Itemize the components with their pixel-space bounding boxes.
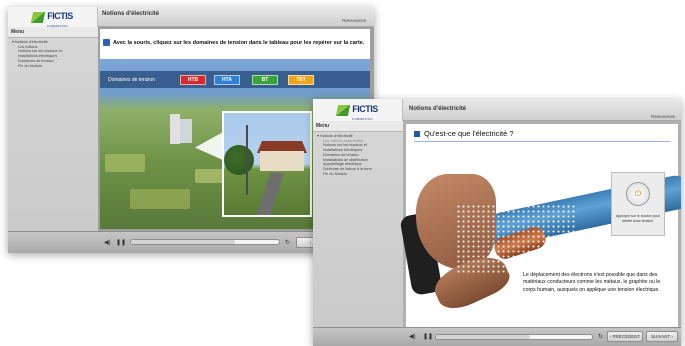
progress-bar[interactable]	[435, 334, 593, 340]
fictis-logo: FICTIS FORMATION	[31, 7, 73, 28]
previous-button[interactable]: ‹ PRÉCÉDENT	[607, 331, 643, 342]
top-bar: FICTIS FORMATION Notions d'électricité R…	[8, 7, 374, 28]
tag-hta[interactable]: HTA	[214, 75, 240, 85]
tag-htb[interactable]: HTB	[180, 75, 206, 85]
menu-item-fin[interactable]: Fin du Module	[8, 64, 98, 69]
zoom-callout	[195, 131, 225, 161]
logo-mark-icon	[336, 104, 351, 116]
heading-divider	[414, 141, 670, 142]
city-building	[170, 114, 180, 144]
logo-area: FICTIS FORMATION	[8, 7, 98, 28]
power-panel: ⏻ Appuyez sur le bouton pour mettre sous…	[611, 172, 665, 236]
road	[253, 173, 285, 215]
electron-particles	[456, 204, 576, 274]
domain-label: Domaines de tension	[108, 77, 155, 83]
field	[130, 189, 190, 209]
refresh-icon[interactable]: ↻	[285, 240, 290, 246]
question-heading: Qu'est-ce que l'électricité ?	[414, 129, 514, 138]
pause-icon[interactable]: ❚❚	[116, 240, 126, 246]
instruction: Avec la souris, cliquez sur les domaines…	[103, 39, 364, 46]
logo-text: FICTIS	[352, 104, 378, 114]
menu-item-fin[interactable]: Fin du Module	[313, 172, 403, 177]
logo-text: FICTIS	[47, 11, 73, 21]
trees	[224, 145, 254, 175]
menu-header: Menu	[8, 27, 98, 38]
player-controls: ◀) ❚❚ ↻ ‹ PRÉCÉDENT SUIVANT ›	[313, 327, 681, 346]
menu-list: ▾ Notions d'électricité Les notions Noti…	[8, 38, 98, 68]
resources-link[interactable]: Ressources	[651, 114, 675, 119]
explanation-text: Le déplacement des électrons n'est possi…	[523, 272, 661, 293]
top-bar: FICTIS FORMATION Notions d'électricité R…	[313, 99, 681, 121]
progress-fill	[131, 240, 235, 244]
logo-area: FICTIS FORMATION	[313, 99, 403, 121]
volume-icon[interactable]: ◀)	[409, 334, 416, 340]
power-pole	[246, 125, 248, 195]
progress-bar[interactable]	[130, 239, 280, 245]
content-area: Qu'est-ce que l'électricité ? ⏻ Appuyez …	[399, 124, 681, 327]
menu-sidebar: Menu ▾ Notions d'électricité Les notions…	[8, 27, 98, 253]
power-icon: ⏻	[634, 189, 642, 198]
volume-icon[interactable]: ◀)	[104, 240, 111, 246]
module-title: Notions d'électricité	[409, 106, 467, 112]
menu-sidebar: Menu ▾ Notions d'électricité Les notions…	[313, 121, 403, 346]
voltage-domain-table: Domaines de tension HTB HTA BT TBT	[100, 71, 370, 88]
fictis-logo: FICTIS FORMATION	[336, 99, 378, 121]
hand-pointer-icon	[103, 39, 110, 46]
square-bullet-icon	[414, 130, 420, 137]
zoom-inset	[222, 111, 312, 217]
illustration: ⏻ Appuyez sur le bouton pour mettre sous…	[399, 144, 681, 327]
module-title: Notions d'électricité	[102, 11, 160, 17]
next-button[interactable]: SUIVANT ›	[646, 331, 678, 342]
power-button[interactable]: ⏻	[626, 182, 650, 206]
field	[105, 154, 145, 172]
menu-list: ▾ Notions d'électricité Les notions esse…	[313, 132, 403, 177]
resources-link[interactable]: Ressources	[342, 18, 366, 23]
course-window-electricity: FICTIS FORMATION Notions d'électricité R…	[313, 99, 681, 346]
house	[260, 151, 304, 171]
logo-mark-icon	[31, 11, 46, 23]
progress-fill	[436, 335, 530, 339]
refresh-icon[interactable]: ↻	[598, 334, 603, 340]
power-hint: Appuyez sur le bouton pour mettre sous t…	[616, 214, 660, 223]
tag-bt[interactable]: BT	[252, 75, 278, 85]
city-building	[180, 119, 192, 143]
menu-header: Menu	[313, 121, 403, 132]
pause-icon[interactable]: ❚❚	[423, 334, 433, 340]
tag-tbt[interactable]: TBT	[288, 75, 314, 85]
question-text: Qu'est-ce que l'électricité ?	[424, 129, 514, 138]
field	[195, 169, 225, 183]
instruction-text: Avec la souris, cliquez sur les domaines…	[113, 39, 365, 46]
